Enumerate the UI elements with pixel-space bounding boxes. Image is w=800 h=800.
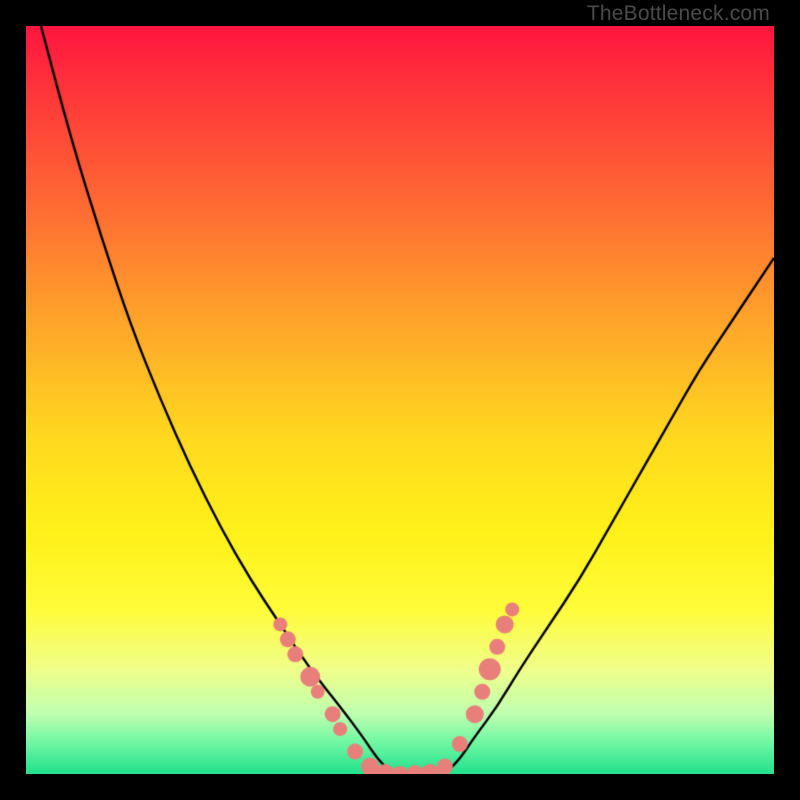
plot-area bbox=[26, 26, 774, 774]
watermark-text: TheBottleneck.com bbox=[587, 2, 770, 26]
chart-frame: TheBottleneck.com bbox=[0, 0, 800, 800]
curve-canvas bbox=[26, 26, 774, 774]
